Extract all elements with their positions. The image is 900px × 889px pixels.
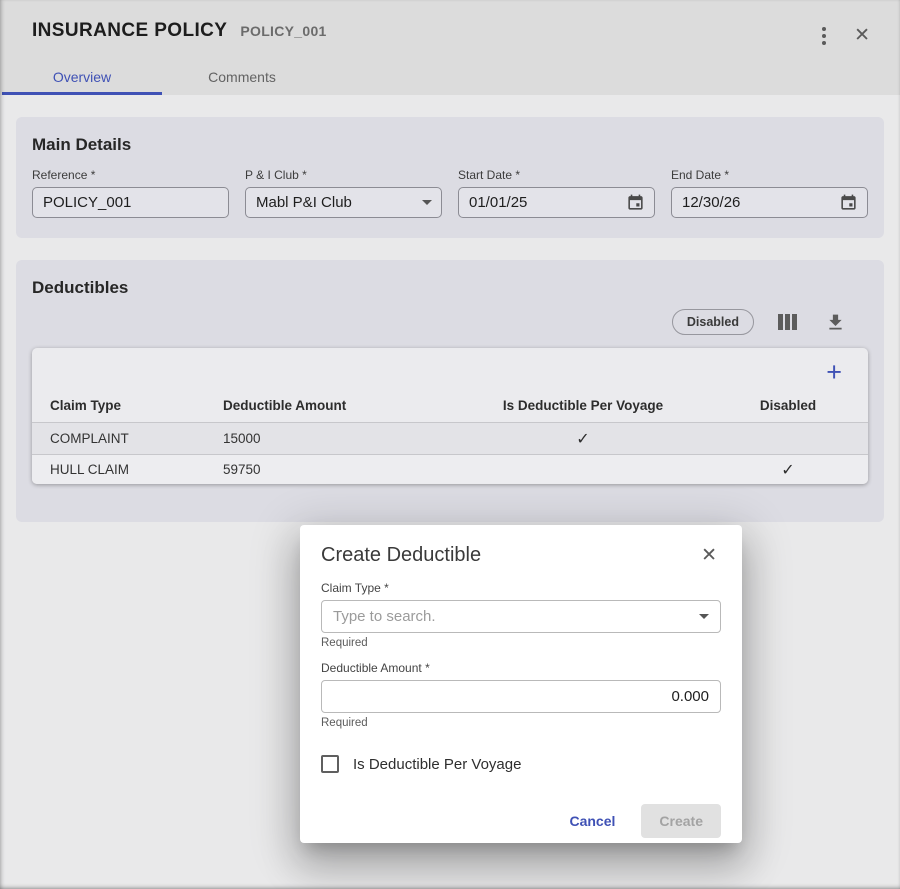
cancel-button[interactable]: Cancel <box>569 813 615 829</box>
reference-field: Reference * <box>32 168 229 218</box>
chevron-down-icon[interactable] <box>699 614 709 619</box>
deductibles-heading: Deductibles <box>32 278 868 298</box>
claim-type-search-input[interactable] <box>333 608 699 625</box>
modal-title: Create Deductible <box>321 544 481 567</box>
col-per-voyage: Is Deductible Per Voyage <box>448 398 718 413</box>
deductible-amount-field: Deductible Amount * Required <box>321 661 721 729</box>
per-voyage-checkbox[interactable] <box>321 755 339 773</box>
dialog-header: INSURANCE POLICY POLICY_001 ✕ Overview C… <box>0 0 900 95</box>
end-date-value: 12/30/26 <box>682 194 740 211</box>
required-hint: Required <box>321 717 721 729</box>
columns-icon[interactable] <box>774 310 801 334</box>
main-details-section: Main Details Reference * P & I Club * Ma… <box>16 117 884 238</box>
deductibles-table: + Claim Type Deductible Amount Is Deduct… <box>32 348 868 484</box>
disabled-filter-chip[interactable]: Disabled <box>672 309 754 335</box>
main-details-heading: Main Details <box>32 135 868 155</box>
deductibles-section: Deductibles Disabled + Claim Type Deduct… <box>16 260 884 522</box>
deductible-amount-label: Deductible Amount * <box>321 661 721 675</box>
club-field: P & I Club * Mabl P&I Club <box>245 168 442 218</box>
club-select[interactable]: Mabl P&I Club <box>245 187 442 218</box>
per-voyage-checkbox-row[interactable]: Is Deductible Per Voyage <box>321 755 721 773</box>
download-icon[interactable] <box>821 308 850 337</box>
more-options-icon[interactable] <box>818 23 830 49</box>
start-date-label: Start Date * <box>458 168 655 182</box>
tab-overview[interactable]: Overview <box>2 62 162 95</box>
table-row[interactable]: COMPLAINT 15000 ✓ <box>32 422 868 454</box>
calendar-icon[interactable] <box>626 193 645 212</box>
deductible-amount-input[interactable] <box>333 688 709 705</box>
col-disabled: Disabled <box>718 398 858 413</box>
cell-claim-type: HULL CLAIM <box>50 462 223 477</box>
deductibles-toolbar: Disabled <box>32 304 868 340</box>
create-deductible-modal: Create Deductible ✕ Claim Type * Require… <box>300 525 742 843</box>
cell-claim-type: COMPLAINT <box>50 431 223 446</box>
start-date-value: 01/01/25 <box>469 194 527 211</box>
start-date-input[interactable]: 01/01/25 <box>458 187 655 218</box>
end-date-label: End Date * <box>671 168 868 182</box>
col-claim-type: Claim Type <box>50 398 223 413</box>
page-title: INSURANCE POLICY <box>32 20 227 42</box>
check-icon: ✓ <box>448 429 718 449</box>
tab-comments[interactable]: Comments <box>162 62 322 95</box>
check-icon: ✓ <box>718 460 858 480</box>
claim-type-field: Claim Type * Required <box>321 581 721 649</box>
cell-amount: 59750 <box>223 462 448 477</box>
insurance-policy-dialog: INSURANCE POLICY POLICY_001 ✕ Overview C… <box>0 0 900 889</box>
club-label: P & I Club * <box>245 168 442 182</box>
policy-reference-subtitle: POLICY_001 <box>240 23 326 39</box>
reference-input[interactable] <box>43 194 219 211</box>
per-voyage-checkbox-label: Is Deductible Per Voyage <box>353 756 521 773</box>
dialog-body: Main Details Reference * P & I Club * Ma… <box>0 95 900 522</box>
calendar-icon[interactable] <box>839 193 858 212</box>
col-deductible-amount: Deductible Amount <box>223 398 448 413</box>
start-date-field: Start Date * 01/01/25 <box>458 168 655 218</box>
create-button[interactable]: Create <box>641 804 721 838</box>
claim-type-label: Claim Type * <box>321 581 721 595</box>
table-header-row: Claim Type Deductible Amount Is Deductib… <box>32 388 868 422</box>
tab-bar: Overview Comments <box>0 62 900 95</box>
close-icon[interactable]: ✕ <box>850 22 874 49</box>
club-select-value: Mabl P&I Club <box>256 194 352 211</box>
cell-amount: 15000 <box>223 431 448 446</box>
chevron-down-icon <box>422 200 432 205</box>
add-deductible-button[interactable]: + <box>826 360 842 384</box>
modal-close-icon[interactable]: ✕ <box>697 542 721 569</box>
reference-label: Reference * <box>32 168 229 182</box>
end-date-field: End Date * 12/30/26 <box>671 168 868 218</box>
table-row[interactable]: HULL CLAIM 59750 ✓ <box>32 454 868 484</box>
end-date-input[interactable]: 12/30/26 <box>671 187 868 218</box>
required-hint: Required <box>321 637 721 649</box>
